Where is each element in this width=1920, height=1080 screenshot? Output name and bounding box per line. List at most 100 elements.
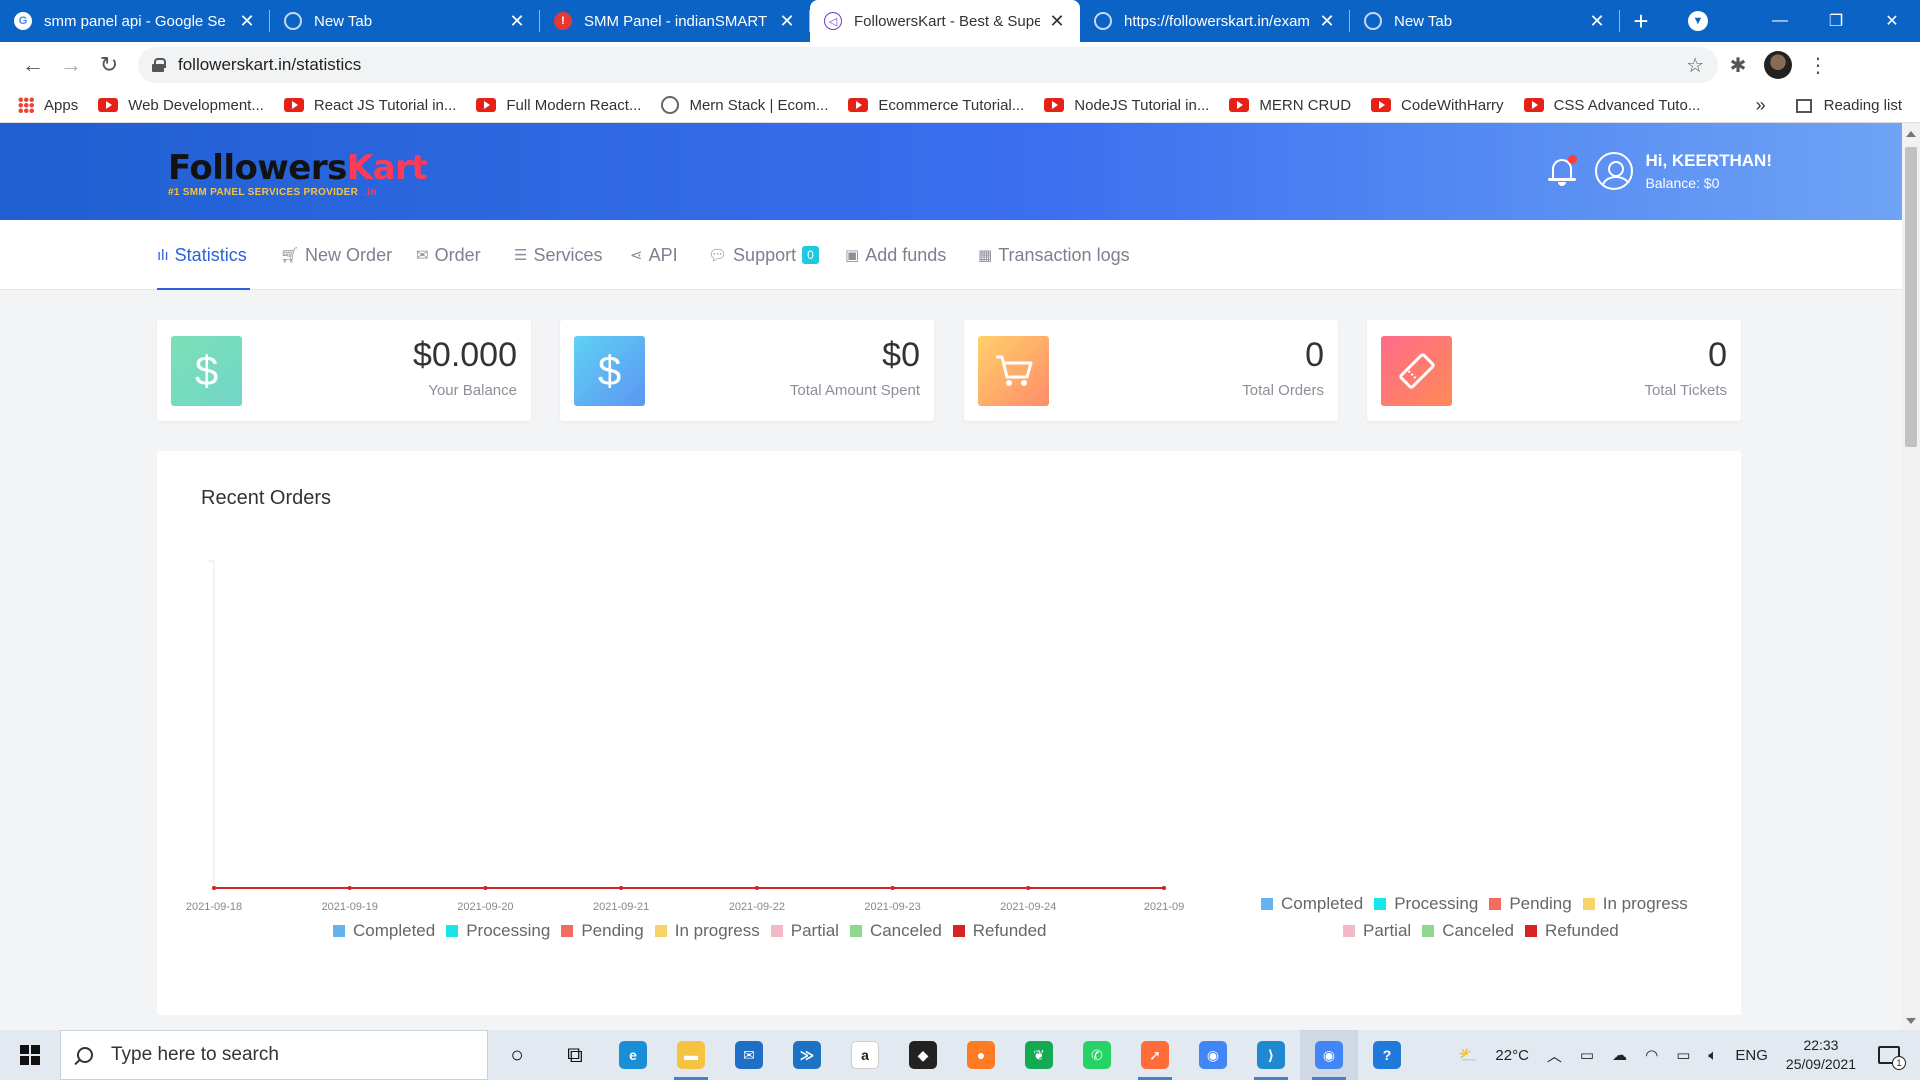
bookmark-item[interactable]: Mern Stack | Ecom... [661,96,828,114]
mongodb-icon[interactable]: ❦ [1010,1030,1068,1080]
legend-item[interactable]: Refunded [1525,921,1619,941]
url-input[interactable]: followerskart.in/statistics ☆ [138,47,1718,83]
data-point[interactable] [890,886,895,890]
reload-icon[interactable]: ↻ [90,46,128,84]
more-bookmarks-icon[interactable]: » [1756,95,1766,116]
bookmark-item[interactable]: Full Modern React... [476,97,641,114]
chrome-icon[interactable]: ◉ [1184,1030,1242,1080]
taskbar-search[interactable]: Type here to search [60,1030,488,1080]
data-point[interactable] [619,886,624,890]
legend-item[interactable]: Processing [1374,894,1478,914]
notification-bell-icon[interactable] [1547,155,1578,187]
scroll-up-icon[interactable] [1906,131,1916,137]
help-icon[interactable]: ? [1358,1030,1416,1080]
notification-center-icon[interactable]: 1 [1878,1046,1906,1070]
task-view-icon[interactable]: ⧉ [546,1030,604,1080]
back-icon[interactable]: ← [14,46,52,84]
nav-support[interactable]: 💬︎ Support 0 [708,220,819,290]
legend-item[interactable]: Canceled [1422,921,1514,941]
browser-tab[interactable]: New Tab ✕ [1350,0,1620,42]
forward-icon[interactable]: → [52,46,90,84]
new-tab-button[interactable]: + [1620,0,1662,42]
bookmark-star-icon[interactable]: ☆ [1686,53,1704,78]
bookmark-item[interactable]: NodeJS Tutorial in... [1044,97,1209,114]
start-button[interactable] [0,1030,60,1080]
firefox-icon[interactable]: ● [952,1030,1010,1080]
wifi-icon[interactable]: ◠ [1645,1046,1658,1064]
legend-item[interactable]: In progress [1582,894,1688,914]
tab-search-icon[interactable]: ▼ [1688,11,1708,31]
bookmark-item[interactable]: Web Development... [98,97,264,114]
data-point[interactable] [212,886,216,890]
restore-icon[interactable]: ❐ [1808,11,1864,31]
close-tab-icon[interactable]: ✕ [1588,11,1606,32]
bookmark-item[interactable]: Ecommerce Tutorial... [848,97,1024,114]
legend-item[interactable]: Refunded [952,921,1047,941]
legend-item[interactable]: Pending [561,921,644,941]
browser-tab[interactable]: G smm panel api - Google Se ✕ [0,0,270,42]
close-tab-icon[interactable]: ✕ [238,11,256,32]
cortana-icon[interactable]: ○ [488,1030,546,1080]
dropbox-icon[interactable]: ◆ [894,1030,952,1080]
legend-item[interactable]: Partial [1343,921,1411,941]
nav-order[interactable]: ✉ Order [416,220,481,290]
page-scrollbar[interactable] [1902,123,1920,1030]
data-point[interactable] [347,886,352,890]
edge-icon[interactable]: e [604,1030,662,1080]
nav-api[interactable]: ⋖ API [630,220,678,290]
legend-item[interactable]: Canceled [849,921,942,941]
weather-icon[interactable]: ⛅ [1459,1046,1478,1064]
scroll-thumb[interactable] [1905,147,1917,447]
amazon-icon[interactable]: a [836,1030,894,1080]
legend-item[interactable]: Completed [333,921,435,941]
meet-icon[interactable]: ▭ [1580,1046,1594,1064]
close-window-icon[interactable]: ✕ [1864,11,1920,31]
browser-tab[interactable]: New Tab ✕ [270,0,540,42]
bookmark-item[interactable]: MERN CRUD [1229,97,1351,114]
nav-services[interactable]: ☰ Services [514,220,602,290]
data-point[interactable] [1162,886,1166,890]
nav-transaction-logs[interactable]: ▦ Transaction logs [978,220,1130,290]
site-logo[interactable]: FollowersKart #1 SMM PANEL SERVICES PROV… [168,151,428,198]
onedrive-icon[interactable]: ☁ [1612,1046,1627,1064]
legend-item[interactable]: Processing [446,921,550,941]
legend-item[interactable]: Completed [1261,894,1363,914]
weather-temp[interactable]: 22°C [1495,1047,1529,1064]
bookmark-item[interactable]: CodeWithHarry [1371,97,1504,114]
volume-icon[interactable]: 🔈︎ [1708,1047,1717,1064]
nav-new-order[interactable]: 🛒︎ New Order [280,220,392,290]
legend-item[interactable]: Partial [770,921,839,941]
data-point[interactable] [483,886,488,890]
chrome-profile-icon[interactable]: ◉ [1300,1030,1358,1080]
user-avatar-icon[interactable] [1595,152,1634,190]
postman-icon[interactable]: ➚ [1126,1030,1184,1080]
file-explorer-icon[interactable]: ▬ [662,1030,720,1080]
battery-icon[interactable]: ▭ [1676,1046,1690,1064]
bookmark-apps[interactable]: Apps [18,97,78,114]
data-point[interactable] [754,886,759,890]
vscode-icon[interactable]: ⟩ [1242,1030,1300,1080]
legend-item[interactable]: In progress [654,921,760,941]
extensions-icon[interactable]: ✱ [1718,45,1758,85]
bookmark-item[interactable]: CSS Advanced Tuto... [1523,97,1700,114]
legend-item[interactable]: Pending [1489,894,1572,914]
more-menu-icon[interactable]: ⋮ [1798,45,1838,85]
minimize-icon[interactable]: — [1752,12,1808,30]
powershell-icon[interactable]: ≫ [778,1030,836,1080]
taskbar-clock[interactable]: 22:33 25/09/2021 [1786,1036,1856,1074]
close-tab-icon[interactable]: ✕ [778,11,796,32]
reading-list-button[interactable]: Reading list [1824,97,1902,114]
close-tab-icon[interactable]: ✕ [1318,11,1336,32]
close-tab-icon[interactable]: ✕ [1048,11,1066,32]
browser-tab[interactable]: https://followerskart.in/exam ✕ [1080,0,1350,42]
browser-tab[interactable]: ! SMM Panel - indianSMART ✕ [540,0,810,42]
whatsapp-icon[interactable]: ✆ [1068,1030,1126,1080]
scroll-down-icon[interactable] [1906,1018,1916,1024]
mail-icon[interactable]: ✉ [720,1030,778,1080]
language-indicator[interactable]: ENG [1735,1047,1768,1064]
nav-statistics[interactable]: ılı Statistics [157,220,250,290]
data-point[interactable] [1026,886,1031,890]
bookmark-item[interactable]: React JS Tutorial in... [283,97,456,114]
profile-avatar[interactable] [1758,45,1798,85]
close-tab-icon[interactable]: ✕ [508,11,526,32]
